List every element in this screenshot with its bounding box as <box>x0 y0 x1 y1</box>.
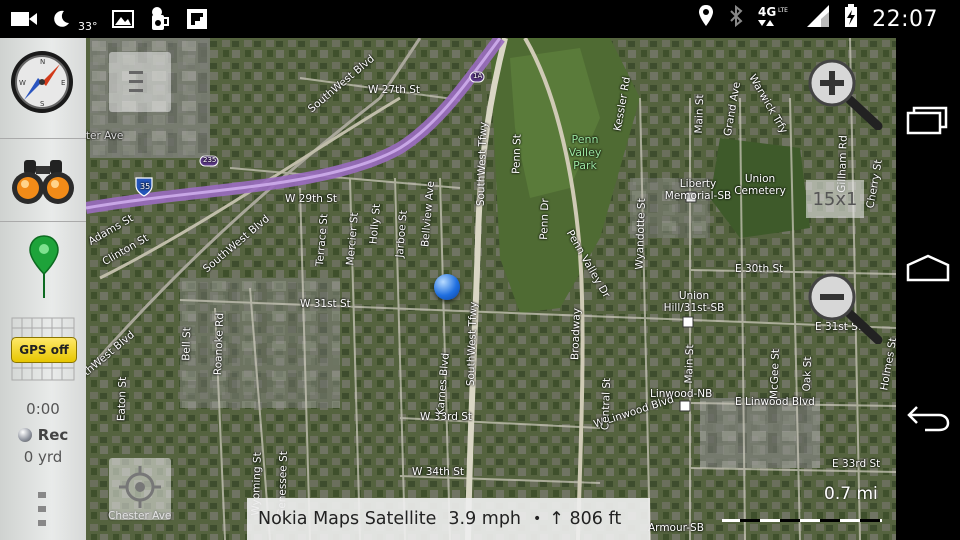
4g-lte-icon: 4G LTE <box>758 4 792 34</box>
magnifier-minus-icon <box>808 273 883 345</box>
image-icon <box>111 9 134 33</box>
moon-icon <box>52 10 70 32</box>
back-icon <box>907 406 950 432</box>
svg-text:LTE: LTE <box>778 7 788 14</box>
separator: • <box>533 511 542 527</box>
map-label: W 34th St <box>412 466 464 478</box>
crosshair-icon <box>119 466 161 508</box>
map-label: Main St <box>682 344 697 384</box>
map-label: Armour-SB <box>648 522 704 534</box>
recent-apps-button[interactable] <box>904 100 952 140</box>
svg-text:N: N <box>40 58 45 66</box>
my-location-button[interactable] <box>109 458 171 520</box>
bluetooth-icon <box>728 4 744 34</box>
compass-icon: N S W E <box>11 51 73 113</box>
map-label: E 30th St <box>735 263 784 275</box>
map-source-label: Nokia Maps Satellite <box>258 509 437 529</box>
map-label: Eaton St <box>115 376 129 422</box>
zoom-scale-indicator: 15x1 <box>806 180 864 218</box>
record-label: Rec <box>37 426 69 444</box>
beer-icon <box>148 6 172 36</box>
back-button[interactable] <box>904 398 952 438</box>
clock: 22:07 <box>872 6 938 32</box>
map-pin-icon <box>29 235 59 298</box>
flipboard-icon <box>186 8 208 34</box>
gps-toggle-button[interactable]: GPS off <box>11 337 77 363</box>
zoom-in-button[interactable] <box>806 58 886 131</box>
binoculars-icon <box>12 160 74 204</box>
svg-text:W: W <box>19 79 26 87</box>
recent-apps-icon <box>906 106 948 135</box>
status-bar: 33° 4G LTE 22:07 <box>0 0 960 38</box>
map-label: Roanoke Rd <box>212 312 227 376</box>
map-label: W 27th St <box>368 84 420 96</box>
map-label: McGee St <box>768 348 782 400</box>
map-label: Main St <box>692 94 707 134</box>
altitude-value: ↑ 806 ft <box>549 509 622 529</box>
map-label: 35 <box>140 182 151 191</box>
menu-button[interactable] <box>109 52 171 112</box>
current-location-marker <box>434 274 460 300</box>
info-bar: Nokia Maps Satellite 3.9 mph • ↑ 806 ft <box>247 498 650 540</box>
signal-icon <box>806 4 830 34</box>
magnifier-plus-icon <box>808 59 883 131</box>
map-label: Bell St <box>180 326 194 362</box>
home-icon <box>906 254 950 282</box>
map-label: Wyandotte St <box>633 198 648 270</box>
home-button[interactable] <box>904 248 952 288</box>
navigation-bar <box>896 38 960 540</box>
svg-text:4G: 4G <box>758 5 776 19</box>
svg-text:E: E <box>61 79 65 87</box>
side-panel: N S W E GPS off 0:00 Rec 0 yrd <box>0 38 86 540</box>
zoom-out-button[interactable] <box>806 272 886 345</box>
speed-value: 3.9 mph <box>448 509 522 529</box>
binoculars-button[interactable] <box>10 154 80 210</box>
map-label: W 29th St <box>285 193 337 205</box>
map-label: 1A <box>473 72 483 80</box>
map-label: Liberty Memorial-SB <box>664 178 732 202</box>
more-options-icon[interactable] <box>36 490 48 528</box>
svg-text:S: S <box>40 100 45 108</box>
location-pin-icon <box>698 4 714 34</box>
map-label: Union Cemetery <box>734 173 786 197</box>
record-button[interactable]: Rec <box>0 424 86 446</box>
record-dot-icon <box>17 428 32 442</box>
map-label: Union Hill/31st-SB <box>663 290 725 314</box>
map-label: Penn St <box>510 133 524 175</box>
map-label: Oak St <box>800 356 815 392</box>
menu-icon <box>129 71 143 92</box>
map-label: 235 <box>203 156 217 164</box>
map-label: E 33rd St <box>832 458 881 470</box>
map-label: Central St <box>599 377 614 431</box>
map-label: W 31st St <box>300 298 351 310</box>
compass-button[interactable]: N S W E <box>10 50 74 114</box>
temperature-text: 33° <box>78 19 98 33</box>
distance-text: 0 yrd <box>23 448 63 466</box>
timer-text: 0:00 <box>26 400 60 418</box>
video-camera-icon <box>10 9 38 33</box>
map-label: Penn Dr <box>538 198 552 240</box>
map-label: Penn Valley Park <box>568 133 602 172</box>
waypoint-button[interactable] <box>28 234 60 300</box>
battery-charging-icon <box>844 4 858 34</box>
scale-label: 0.7 mi <box>824 484 878 504</box>
map-label: Broadway <box>569 307 583 361</box>
